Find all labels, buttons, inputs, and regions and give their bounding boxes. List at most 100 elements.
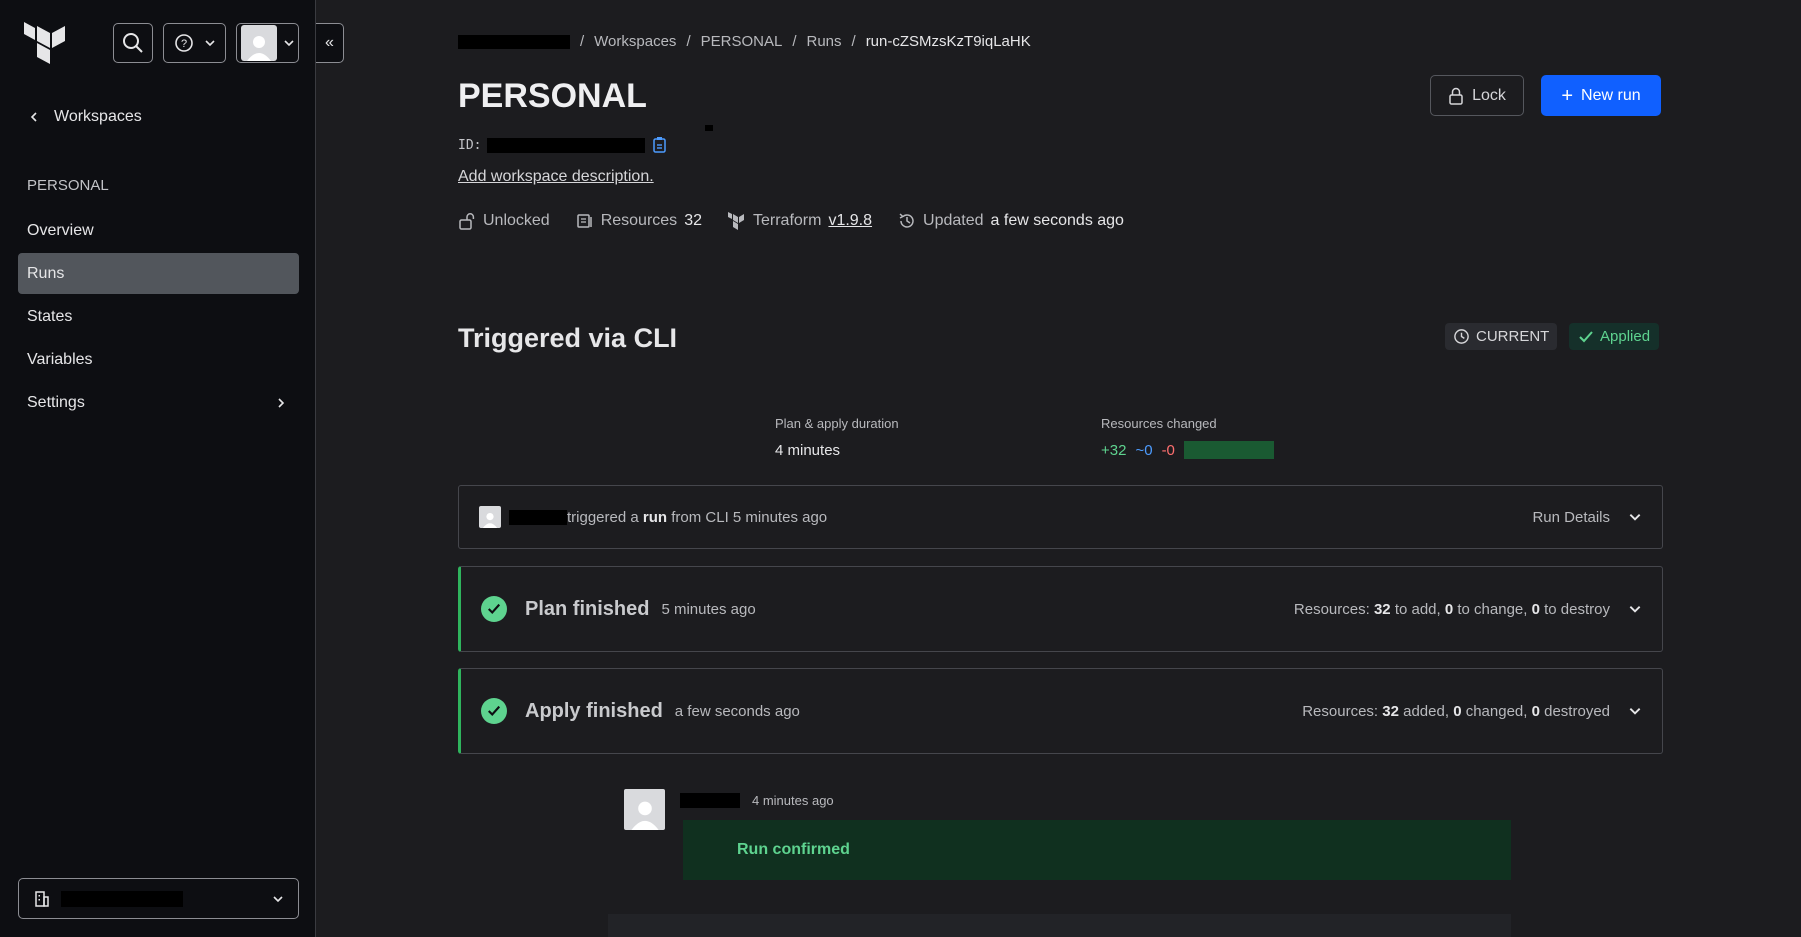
back-to-workspaces-link[interactable]: Workspaces — [28, 108, 142, 126]
resources-value: 32 — [684, 212, 702, 229]
plan-change-suffix: to change, — [1457, 600, 1528, 618]
new-run-label: New run — [1581, 86, 1641, 104]
sidebar-item-states[interactable]: States — [18, 296, 299, 337]
chevron-down-icon — [273, 895, 283, 902]
organization-name-redacted — [61, 890, 183, 907]
resources-changed-summary: +32 ~0 -0 — [1101, 441, 1274, 459]
resources-added: +32 — [1101, 441, 1127, 459]
duration-value: 4 minutes — [775, 442, 841, 459]
plan-time: 5 minutes ago — [661, 600, 756, 618]
sidebar-item-label: Runs — [27, 264, 65, 282]
resources-destroyed: -0 — [1161, 441, 1175, 459]
terraform-version-link[interactable]: v1.9.8 — [828, 212, 872, 230]
apply-title: Apply finished — [525, 699, 663, 722]
check-circle-icon — [481, 596, 507, 622]
trigger-text: triggered a run from CLI 5 minutes ago — [479, 506, 827, 528]
status-badge: Applied — [1569, 323, 1660, 350]
back-link-label: Workspaces — [54, 108, 142, 125]
workspace-id-redacted — [487, 137, 646, 153]
breadcrumb-workspaces[interactable]: Workspaces — [594, 33, 676, 50]
plan-summary: Resources: 32 to add, 0 to change, 0 to … — [1294, 601, 1642, 618]
avatar — [624, 789, 665, 830]
terraform-icon — [727, 212, 744, 230]
plan-finished-card[interactable]: Plan finished 5 minutes ago Resources: 3… — [458, 566, 1663, 652]
apply-time: a few seconds ago — [674, 702, 800, 720]
sidebar-item-label: Settings — [27, 393, 85, 411]
updated-label: Updated — [923, 212, 984, 229]
avatar — [479, 506, 501, 528]
plan-change: 0 — [1444, 600, 1454, 618]
svg-text:?: ? — [180, 38, 186, 50]
resources-label: Resources — [600, 212, 678, 229]
check-icon — [1579, 330, 1593, 342]
clock-icon — [1454, 329, 1469, 344]
breadcrumb-org-redacted[interactable] — [458, 34, 570, 49]
search-button[interactable] — [113, 23, 153, 63]
workspace-id-label: ID: — [458, 137, 482, 153]
breadcrumb-separator: / — [686, 33, 691, 50]
plan-destroy: 0 — [1531, 600, 1540, 618]
new-run-button[interactable]: + New run — [1541, 75, 1661, 116]
user-menu-button[interactable] — [236, 23, 299, 63]
resources-count: Resources 32 — [576, 212, 702, 230]
lock-icon — [1449, 87, 1463, 105]
run-confirmed-comment: Run confirmed — [683, 820, 1511, 880]
chevron-right-icon — [278, 397, 285, 408]
double-chevron-left-icon: « — [325, 34, 334, 51]
resources-changed: ~0 — [1135, 441, 1153, 459]
sidebar-item-variables[interactable]: Variables — [18, 339, 299, 380]
help-icon: ? — [174, 34, 193, 52]
current-badge: CURRENT — [1445, 323, 1558, 350]
terraform-label: Terraform — [752, 212, 822, 229]
history-icon — [899, 213, 914, 228]
chevron-down-icon — [204, 40, 215, 47]
comment-author-redacted — [680, 793, 740, 808]
lock-status: Unlocked — [458, 212, 550, 230]
chevron-down-icon[interactable] — [1628, 704, 1642, 718]
updated-time: Updated a few seconds ago — [898, 212, 1124, 230]
apply-add: 32 — [1382, 702, 1399, 720]
chevron-down-icon — [283, 40, 294, 47]
sidebar-item-label: Overview — [27, 221, 94, 239]
apply-destroy-suffix: destroyed — [1544, 702, 1610, 720]
collapse-sidebar-button[interactable]: « — [316, 23, 344, 63]
comment-time: 4 minutes ago — [752, 793, 834, 808]
breadcrumb-workspace[interactable]: PERSONAL — [701, 33, 783, 50]
resources-changed-label: Resources changed — [1101, 416, 1217, 431]
unlock-icon — [459, 213, 475, 230]
username-redacted — [509, 509, 567, 525]
run-title: Triggered via CLI — [458, 323, 678, 353]
sidebar-item-overview[interactable]: Overview — [18, 210, 299, 251]
sidebar: ? Workspaces PERSONAL Overview Runs Stat… — [0, 0, 316, 937]
lock-button[interactable]: Lock — [1430, 75, 1524, 116]
resources-change-bar — [1183, 441, 1274, 459]
breadcrumb-runs[interactable]: Runs — [806, 33, 841, 50]
apply-add-suffix: added, — [1403, 702, 1450, 720]
plan-res-prefix: Resources: — [1293, 600, 1370, 618]
plus-icon: + — [1561, 84, 1574, 107]
trigger-text-a: triggered a — [567, 508, 639, 526]
add-workspace-description-link[interactable]: Add workspace description. — [458, 168, 654, 186]
apply-destroy: 0 — [1531, 702, 1540, 720]
run-trigger-card: triggered a run from CLI 5 minutes ago R… — [458, 485, 1663, 549]
terraform-logo-icon[interactable] — [24, 22, 68, 66]
chevron-down-icon[interactable] — [1628, 602, 1642, 616]
sidebar-item-settings[interactable]: Settings — [18, 382, 299, 423]
sidebar-item-runs[interactable]: Runs — [18, 253, 299, 294]
apply-finished-card[interactable]: Apply finished a few seconds ago Resourc… — [458, 668, 1663, 754]
organization-switcher[interactable] — [18, 878, 299, 919]
plan-title: Plan finished — [525, 597, 650, 620]
help-menu-button[interactable]: ? — [163, 23, 226, 63]
search-icon — [123, 33, 143, 53]
copy-icon[interactable] — [651, 136, 669, 154]
breadcrumb-current-run: run-cZSMzsKzT9iqLaHK — [865, 33, 1031, 50]
breadcrumb-separator: / — [792, 33, 797, 50]
run-details-toggle[interactable]: Run Details — [1532, 509, 1642, 526]
apply-change-suffix: changed, — [1465, 702, 1528, 720]
workspace-id-row: ID: — [458, 136, 669, 154]
breadcrumb-separator: / — [580, 33, 585, 50]
run-details-label: Run Details — [1532, 508, 1610, 526]
trigger-run-word: run — [642, 508, 668, 526]
check-circle-icon — [481, 698, 507, 724]
apply-change: 0 — [1453, 702, 1462, 720]
